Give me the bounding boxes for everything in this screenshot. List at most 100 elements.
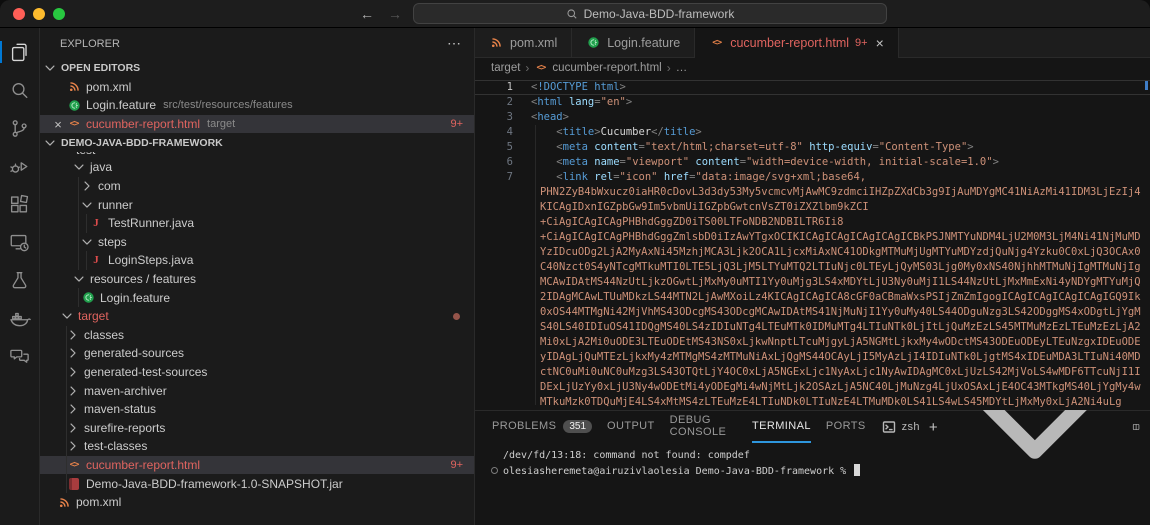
breadcrumb-segment[interactable]: cucumber-report.html xyxy=(552,62,661,74)
testing-icon xyxy=(8,269,31,292)
code-line-wrapped[interactable]: DExLjUzYy0xLjU3Ny4wODEtMi4yODEgMi4wNjMtL… xyxy=(475,380,1150,395)
code-line-wrapped[interactable]: Mi0xLjA2Mi0uODE3LTEuODEtMS43NS0xLjkwNnpt… xyxy=(475,335,1150,350)
close-window-button[interactable] xyxy=(13,8,25,20)
tab-label: pom.xml xyxy=(510,36,557,50)
open-editor-filename: cucumber-report.html xyxy=(86,117,200,131)
tree-item[interactable]: Login.feature xyxy=(40,288,474,307)
command-center-search[interactable]: Demo-Java-BDD-framework xyxy=(413,3,887,24)
panel-tab-ports[interactable]: PORTS xyxy=(826,411,866,443)
open-editor-item[interactable]: pom.xml xyxy=(40,78,474,97)
tab-pom.xml[interactable]: pom.xml xyxy=(475,28,572,58)
file-name: Login.feature xyxy=(100,291,170,305)
code-line-wrapped[interactable]: KICAgIDxnIGZpbGw9Im5vbmUiIGZpbGwtcnVsZT0… xyxy=(475,200,1150,215)
activity-run-debug-button[interactable] xyxy=(0,152,40,180)
code-line[interactable]: 5 <meta content="text/html;charset=utf-8… xyxy=(475,140,1150,155)
open-editor-item[interactable]: ×<>cucumber-report.htmltarget9+ xyxy=(40,115,474,134)
tree-item[interactable]: runner xyxy=(40,195,474,214)
code-line[interactable]: 6 <meta name="viewport" content="width=d… xyxy=(475,155,1150,170)
breadcrumb-segment[interactable]: target xyxy=(491,62,520,74)
tree-item[interactable]: classes xyxy=(40,326,474,345)
tree-item[interactable]: test-classes xyxy=(40,437,474,456)
code-line-wrapped[interactable]: +CiAgICAgICAgPHBhdGggZmlsbD0iIzAwYTgxOCI… xyxy=(475,230,1150,245)
tree-item[interactable]: java xyxy=(40,158,474,177)
chevron-right-icon xyxy=(66,402,80,416)
tree-item[interactable]: Demo-Java-BDD-framework-1.0-SNAPSHOT.jar xyxy=(40,474,474,493)
tree-item[interactable]: com xyxy=(40,177,474,196)
history-forward-icon[interactable]: → xyxy=(388,0,402,28)
history-back-icon[interactable]: ← xyxy=(360,0,374,28)
activity-extensions-button[interactable] xyxy=(0,190,40,218)
code-line[interactable]: 4 <title>Cucumber</title> xyxy=(475,125,1150,140)
tree-item[interactable]: resources / features xyxy=(40,270,474,289)
tree-item[interactable]: target xyxy=(40,307,474,326)
tree-item[interactable]: generated-sources xyxy=(40,344,474,363)
tree-item[interactable]: generated-test-sources xyxy=(40,363,474,382)
java-icon: J xyxy=(88,252,104,268)
chevron-right-icon xyxy=(66,328,80,342)
code-line-wrapped[interactable]: PHN2ZyB4bWxucz0iaHR0cDovL3d3dy53My5vcmcv… xyxy=(475,185,1150,200)
code-line[interactable]: 2<html lang="en"> xyxy=(475,95,1150,110)
activity-comments-button[interactable] xyxy=(0,342,40,370)
open-editors-header[interactable]: OPEN EDITORS xyxy=(40,59,474,78)
tree-item[interactable]: steps xyxy=(40,233,474,252)
breadcrumb-segment[interactable]: … xyxy=(676,62,688,74)
code-line[interactable]: 7 <link rel="icon" href="data:image/svg+… xyxy=(475,170,1150,185)
code-line[interactable]: 1<!DOCTYPE html> xyxy=(475,80,1150,95)
terminal[interactable]: /dev/fd/13:18: command not found: compde… xyxy=(475,443,1150,525)
tree-item[interactable]: maven-status xyxy=(40,400,474,419)
more-actions-icon[interactable]: ⋯ xyxy=(447,35,462,52)
panel-tab-problems[interactable]: PROBLEMS351 xyxy=(492,411,592,443)
code-line-wrapped[interactable]: S40LS40IDIuOS41IDQgMS40LS4zIDIuNTg4LTEuM… xyxy=(475,320,1150,335)
open-editor-filename: pom.xml xyxy=(86,80,131,94)
tree-item[interactable]: surefire-reports xyxy=(40,418,474,437)
activity-explorer-button[interactable] xyxy=(0,38,40,66)
tab-cucumber-report.html[interactable]: <>cucumber-report.html9+× xyxy=(695,28,899,58)
activity-remote-explorer-button[interactable] xyxy=(0,228,40,256)
code-line-wrapped[interactable]: MTkuMzk0TDQuMjE4LS4xMtMS4zLTEuMzE4LTIuND… xyxy=(475,395,1150,410)
command-decoration-icon xyxy=(491,467,498,474)
activity-docker-button[interactable] xyxy=(0,304,40,332)
html-icon: <> xyxy=(66,457,82,473)
code-line-wrapped[interactable]: YzIDcuODg2LjA2MyAxNi45MzhjMCA3Ljk2OCA1Lj… xyxy=(475,245,1150,260)
split-editor-icon[interactable] xyxy=(1132,420,1140,434)
tree-item[interactable]: maven-archiver xyxy=(40,381,474,400)
xml-icon xyxy=(56,494,72,510)
code-line-wrapped[interactable]: MCAwIDAtMS44NzUtLjkzOGwtLjMxMy0uMTI1Yy0u… xyxy=(475,275,1150,290)
terminal-panel-icon xyxy=(881,419,897,435)
tab-label: Login.feature xyxy=(607,36,680,50)
code-line-wrapped[interactable]: 2IDAgMCAwLTUuMDkzLS44MTN2LjAwMXoiLz4KICA… xyxy=(475,290,1150,305)
line-number: 3 xyxy=(475,110,521,125)
panel-tab-terminal[interactable]: TERMINAL xyxy=(752,411,811,443)
zoom-window-button[interactable] xyxy=(53,8,65,20)
code-line-wrapped[interactable]: C40Nzct0S4yNTcgMTkuMTI0LTE5LjQ3LjM5LTYuM… xyxy=(475,260,1150,275)
breadcrumb[interactable]: target›<>cucumber-report.html›… xyxy=(475,58,1150,78)
terminal-instance[interactable]: zsh xyxy=(881,419,920,435)
code-line-wrapped[interactable]: 0xOS44MTMgNi42MjVhMS43ODcgMS43ODcgMCAwID… xyxy=(475,305,1150,320)
panel-tab-debug-console[interactable]: DEBUG CONSOLE xyxy=(670,411,737,443)
code-line-wrapped[interactable]: +CiAgICAgICAgPHBhdGggZD0iTS00LTFoNDB2NDB… xyxy=(475,215,1150,230)
panel-tab-output[interactable]: OUTPUT xyxy=(607,411,655,443)
editor-indent-guide xyxy=(535,125,536,405)
code-editor[interactable]: 1<!DOCTYPE html>2<html lang="en">3<head>… xyxy=(475,78,1150,410)
code-line[interactable]: 3<head> xyxy=(475,110,1150,125)
tree-item[interactable]: JTestRunner.java xyxy=(40,214,474,233)
minimize-window-button[interactable] xyxy=(33,8,45,20)
code-line-wrapped[interactable]: yIDAgLjQuMTEzLjkxMy4zMTMgMS4zMTMuNiAxLjQ… xyxy=(475,350,1150,365)
folder-name: java xyxy=(90,160,112,174)
close-icon[interactable]: × xyxy=(876,35,884,51)
new-terminal-button[interactable]: + xyxy=(929,419,938,436)
code-line-wrapped[interactable]: ctNC0uMi0uNC0uMzg3LS43OTQtLjY4OC0xLjA5NG… xyxy=(475,365,1150,380)
file-name: Demo-Java-BDD-framework-1.0-SNAPSHOT.jar xyxy=(86,477,343,491)
tree-item[interactable]: JLoginSteps.java xyxy=(40,251,474,270)
open-editor-item[interactable]: Login.featuresrc/test/resources/features xyxy=(40,96,474,115)
workspace-header[interactable]: DEMO-JAVA-BDD-FRAMEWORK xyxy=(40,133,474,152)
tree-item[interactable]: pom.xml xyxy=(40,493,474,512)
activity-source-control-button[interactable] xyxy=(0,114,40,142)
activity-testing-button[interactable] xyxy=(0,266,40,294)
close-icon[interactable]: × xyxy=(50,117,66,132)
tree-item[interactable]: <>cucumber-report.html9+ xyxy=(40,456,474,475)
command-center-label: Demo-Java-BDD-framework xyxy=(584,7,735,21)
tab-Login.feature[interactable]: Login.feature xyxy=(572,28,695,58)
activity-search-button[interactable] xyxy=(0,76,40,104)
open-editor-path: src/test/resources/features xyxy=(163,99,293,111)
